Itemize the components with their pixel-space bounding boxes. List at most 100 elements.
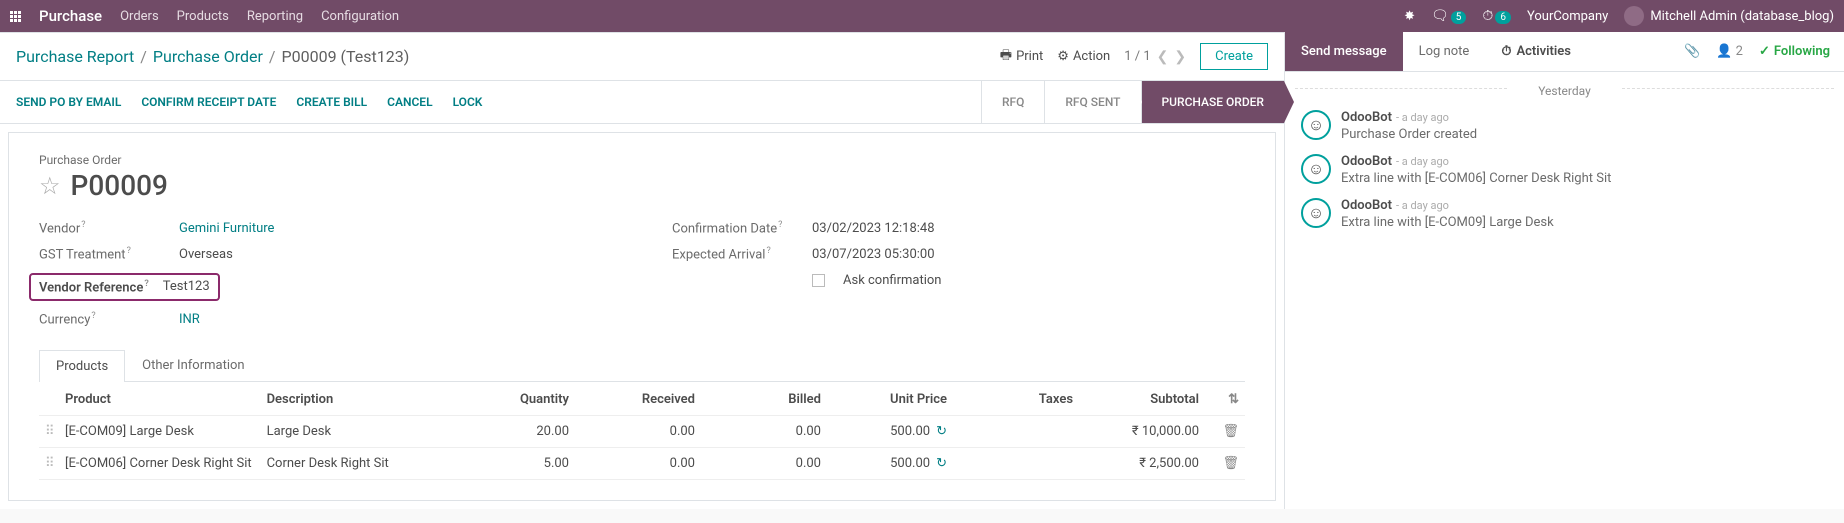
log-author[interactable]: OdooBot xyxy=(1341,154,1392,169)
create-button[interactable]: Create xyxy=(1200,43,1268,70)
breadcrumb-root[interactable]: Purchase Report xyxy=(16,47,134,66)
print-button[interactable]: 🖶Print xyxy=(1000,46,1043,68)
label-confirm-date: Confirmation Date xyxy=(672,220,802,236)
row-description[interactable]: Large Desk xyxy=(267,424,443,439)
menu-reporting[interactable]: Reporting xyxy=(247,9,303,24)
col-subtotal: Subtotal xyxy=(1073,392,1199,407)
label-ask-confirmation: Ask confirmation xyxy=(843,273,942,288)
row-subtotal: ₹ 10,000.00 xyxy=(1073,424,1199,439)
drag-handle-icon[interactable]: ⠿ xyxy=(45,456,65,471)
refresh-price-icon[interactable]: ↻ xyxy=(936,424,947,439)
status-rfq-sent[interactable]: RFQ SENT xyxy=(1044,81,1140,123)
pager-text: 1 / 1 xyxy=(1124,49,1150,64)
cancel-button[interactable]: CANCEL xyxy=(387,95,432,109)
print-icon: 🖶 xyxy=(1000,46,1012,68)
vendor-field[interactable]: Gemini Furniture xyxy=(179,221,274,236)
status-rfq[interactable]: RFQ xyxy=(981,81,1044,123)
table-row[interactable]: ⠿ [E-COM09] Large Desk Large Desk 20.00 … xyxy=(39,416,1245,448)
tab-other-information[interactable]: Other Information xyxy=(125,349,261,381)
vendor-reference-field[interactable]: Test123 xyxy=(163,279,210,294)
col-description: Description xyxy=(267,392,443,407)
row-quantity[interactable]: 20.00 xyxy=(443,424,569,439)
delete-row-icon[interactable]: 🗑 xyxy=(1222,424,1239,439)
row-unit-price[interactable]: 500.00↻ xyxy=(821,456,947,471)
row-product[interactable]: [E-COM09] Large Desk xyxy=(65,424,267,439)
action-button[interactable]: ⚙Action xyxy=(1057,49,1110,64)
log-time: - a day ago xyxy=(1396,199,1449,212)
log-author[interactable]: OdooBot xyxy=(1341,198,1392,213)
gst-field[interactable]: Overseas xyxy=(179,247,233,262)
company-name[interactable]: YourCompany xyxy=(1527,9,1608,24)
log-note-button[interactable]: Log note xyxy=(1403,32,1486,71)
pager-prev[interactable]: ❮ xyxy=(1157,49,1169,65)
col-quantity: Quantity xyxy=(443,392,569,407)
chatter-panel: Send message Log note ⏱Activities 📎 👤 2 … xyxy=(1284,32,1844,509)
vendor-reference-highlight: Vendor Reference Test123 xyxy=(29,273,220,301)
check-icon: ✓ xyxy=(1759,44,1770,59)
menu-configuration[interactable]: Configuration xyxy=(321,9,399,24)
expected-arrival-field[interactable]: 03/07/2023 05:30:00 xyxy=(812,247,935,262)
grid-header: Product Description Quantity Received Bi… xyxy=(39,384,1245,416)
ask-confirmation-checkbox[interactable] xyxy=(812,274,825,287)
log-text: Extra line with [E-COM09] Large Desk xyxy=(1341,215,1554,230)
menu-products[interactable]: Products xyxy=(177,9,229,24)
app-title[interactable]: Purchase xyxy=(39,7,102,25)
log-day-label: Yesterday xyxy=(1285,72,1844,104)
label-vendor-ref: Vendor Reference xyxy=(39,279,149,295)
row-billed[interactable]: 0.00 xyxy=(695,456,821,471)
debug-icon[interactable] xyxy=(1404,9,1415,24)
apps-icon[interactable] xyxy=(10,11,21,22)
row-subtotal: ₹ 2,500.00 xyxy=(1073,456,1199,471)
messages-icon[interactable]: 5 xyxy=(1431,8,1466,24)
confirm-receipt-date-button[interactable]: CONFIRM RECEIPT DATE xyxy=(141,95,276,109)
breadcrumb-mid[interactable]: Purchase Order xyxy=(153,47,263,66)
send-po-button[interactable]: SEND PO BY EMAIL xyxy=(16,95,121,109)
user-avatar[interactable] xyxy=(1624,6,1644,26)
activities-badge: 6 xyxy=(1495,11,1511,24)
bot-avatar: ☺ xyxy=(1301,198,1331,228)
attachment-icon[interactable]: 📎 xyxy=(1684,44,1700,59)
table-row[interactable]: ⠿ [E-COM06] Corner Desk Right Sit Corner… xyxy=(39,448,1245,480)
label-gst: GST Treatment xyxy=(39,246,169,262)
label-vendor: Vendor xyxy=(39,220,169,236)
activities-icon[interactable]: 6 xyxy=(1482,8,1511,24)
create-bill-button[interactable]: CREATE BILL xyxy=(296,95,367,109)
drag-handle-icon[interactable]: ⠿ xyxy=(45,424,65,439)
lock-button[interactable]: LOCK xyxy=(453,95,483,109)
log-time: - a day ago xyxy=(1396,155,1449,168)
confirm-date-field[interactable]: 03/02/2023 12:18:48 xyxy=(812,221,935,236)
order-number: P00009 xyxy=(71,169,168,202)
row-quantity[interactable]: 5.00 xyxy=(443,456,569,471)
refresh-price-icon[interactable]: ↻ xyxy=(936,456,947,471)
row-description[interactable]: Corner Desk Right Sit xyxy=(267,456,443,471)
form-title-label: Purchase Order xyxy=(39,153,1245,167)
row-received[interactable]: 0.00 xyxy=(569,424,695,439)
log-text: Extra line with [E-COM06] Corner Desk Ri… xyxy=(1341,171,1611,186)
label-expected: Expected Arrival xyxy=(672,246,802,262)
favorite-star-icon[interactable]: ☆ xyxy=(39,172,61,200)
row-product[interactable]: [E-COM06] Corner Desk Right Sit xyxy=(65,456,267,471)
row-received[interactable]: 0.00 xyxy=(569,456,695,471)
activities-button[interactable]: ⏱Activities xyxy=(1485,32,1587,71)
currency-field[interactable]: INR xyxy=(179,312,200,327)
menu-orders[interactable]: Orders xyxy=(120,9,159,24)
send-message-button[interactable]: Send message xyxy=(1285,32,1403,71)
row-billed[interactable]: 0.00 xyxy=(695,424,821,439)
top-navbar: Purchase Orders Products Reporting Confi… xyxy=(0,0,1844,32)
col-received: Received xyxy=(569,392,695,407)
column-options-icon[interactable]: ⇅ xyxy=(1228,392,1239,407)
delete-row-icon[interactable]: 🗑 xyxy=(1222,456,1239,471)
breadcrumb-current: P00009 (Test123) xyxy=(282,47,410,66)
status-purchase-order[interactable]: PURCHASE ORDER xyxy=(1141,81,1285,123)
log-author[interactable]: OdooBot xyxy=(1341,110,1392,125)
tab-products[interactable]: Products xyxy=(39,350,125,382)
log-text: Purchase Order created xyxy=(1341,127,1477,142)
row-unit-price[interactable]: 500.00↻ xyxy=(821,424,947,439)
followers-count[interactable]: 👤 2 xyxy=(1716,44,1743,59)
pager-next[interactable]: ❯ xyxy=(1174,49,1186,65)
following-button[interactable]: ✓Following xyxy=(1759,44,1830,59)
user-name[interactable]: Mitchell Admin (database_blog) xyxy=(1650,9,1834,24)
col-billed: Billed xyxy=(695,392,821,407)
col-unit-price: Unit Price xyxy=(821,392,947,407)
log-time: - a day ago xyxy=(1396,111,1449,124)
